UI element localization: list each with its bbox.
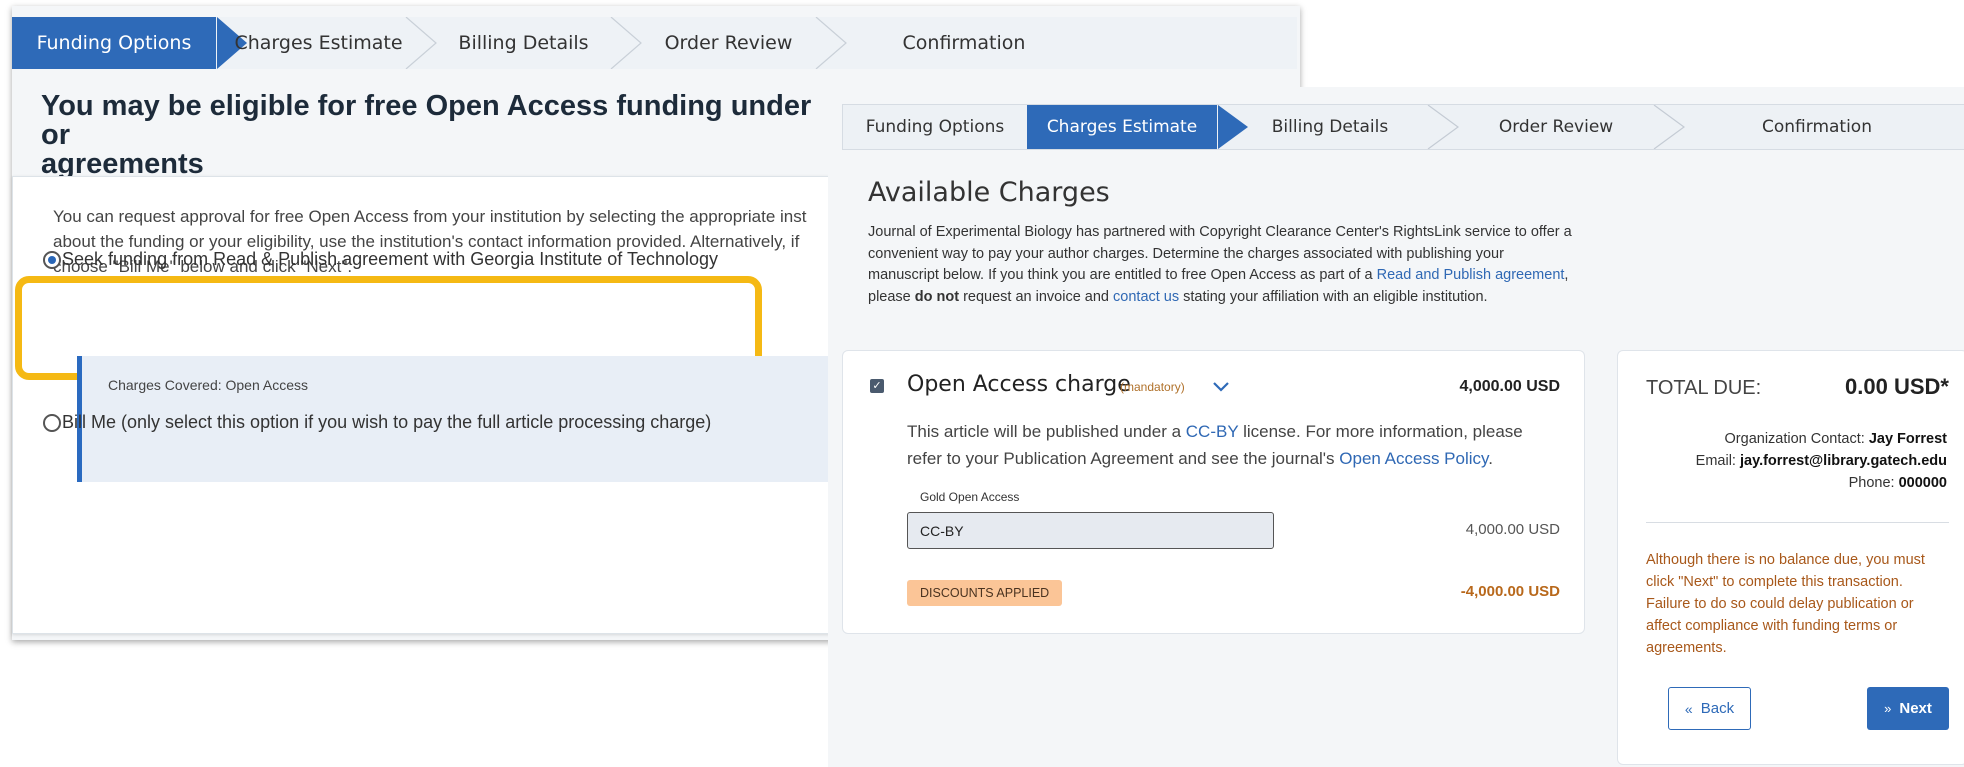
email-label: Email:: [1695, 453, 1740, 469]
license-select-label: Gold Open Access: [920, 490, 1020, 504]
charge-title: Open Access charge: [907, 372, 1131, 397]
phone-value: 000000: [1898, 475, 1947, 491]
step-billing-details[interactable]: Billing Details: [421, 17, 642, 69]
description-text: stating your affiliation with an eligibl…: [1179, 288, 1488, 305]
charges-covered-text: Charges Covered: Open Access: [108, 377, 308, 393]
step-label: Order Review: [664, 32, 793, 54]
contact-email: Email: jay.forrest@library.gatech.edu: [1617, 453, 1947, 469]
step-label: Billing Details: [1271, 117, 1389, 137]
cc-by-link[interactable]: CC-BY: [1186, 422, 1239, 441]
total-due-amount: 0.00 USD*: [1845, 374, 1949, 399]
next-warning-text: Although there is no balance due, you mu…: [1646, 552, 1925, 656]
step-charges-estimate[interactable]: Charges Estimate: [1027, 105, 1248, 149]
bill-me-radio[interactable]: [43, 414, 61, 432]
bill-me-option-label[interactable]: Bill Me (only select this option if you …: [62, 412, 711, 433]
step-divider-chevron: [610, 17, 642, 69]
step-order-review[interactable]: Order Review: [626, 17, 847, 69]
back-button[interactable]: « Back: [1668, 687, 1751, 730]
discounts-applied-badge: DISCOUNTS APPLIED: [907, 580, 1063, 606]
step-confirmation[interactable]: Confirmation: [1669, 105, 1964, 149]
step-funding-options[interactable]: Funding Options: [843, 105, 1027, 149]
contact-label: Organization Contact:: [1724, 431, 1869, 447]
double-chevron-right-icon: »: [1884, 701, 1892, 716]
read-and-publish-link[interactable]: Read and Publish agreement: [1377, 267, 1565, 283]
double-chevron-left-icon: «: [1684, 700, 1693, 717]
front-progress-stepper: Funding Options Charges Estimate Billing D…: [842, 104, 1964, 150]
total-due-label: TOTAL DUE:: [1646, 377, 1762, 399]
available-charges-description: Journal of Experimental Biology has part…: [868, 222, 1573, 308]
license-text: This article will be published under a C…: [907, 418, 1557, 472]
back-progress-stepper: Funding Options Charges Estimate Billing D…: [12, 17, 1297, 69]
description-bold: do not: [914, 288, 960, 305]
step-label: Funding Options: [36, 32, 192, 54]
step-billing-details[interactable]: Billing Details: [1217, 105, 1459, 149]
mandatory-label: (mandatory): [1120, 380, 1185, 394]
contact-us-link[interactable]: contact us: [1113, 289, 1179, 305]
read-publish-radio[interactable]: [43, 251, 61, 269]
organization-contact: Organization Contact: Jay Forrest: [1617, 431, 1947, 447]
license-text-part: This article will be published under a: [907, 422, 1186, 441]
license-amount: 4,000.00 USD: [1465, 521, 1560, 538]
next-button[interactable]: » Next: [1867, 687, 1949, 730]
chevron-down-icon[interactable]: [1212, 380, 1230, 398]
step-label: Charges Estimate: [234, 32, 403, 54]
divider: [1646, 522, 1949, 523]
read-publish-option-label[interactable]: Seek funding from Read & Publish agreeme…: [62, 249, 718, 270]
step-label: Billing Details: [458, 32, 589, 54]
step-label: Confirmation: [1762, 117, 1872, 137]
step-divider-chevron: [1427, 105, 1459, 149]
discount-amount: -4,000.00 USD: [1460, 583, 1560, 600]
phone-label: Phone:: [1848, 475, 1899, 491]
step-divider-chevron: [1653, 105, 1685, 149]
description-text: request an invoice and: [959, 288, 1114, 305]
available-charges-title: Available Charges: [868, 177, 1110, 208]
back-button-label: Back: [1700, 700, 1735, 717]
step-arrow: [1218, 105, 1248, 149]
email-value: jay.forrest@library.gatech.edu: [1739, 453, 1947, 469]
license-text-part: .: [1488, 449, 1493, 468]
step-label: Order Review: [1498, 117, 1614, 137]
step-order-review[interactable]: Order Review: [1443, 105, 1685, 149]
step-label: Charges Estimate: [1046, 117, 1198, 137]
page-title: You may be eligible for free Open Access…: [41, 90, 812, 180]
step-label: Confirmation: [902, 32, 1026, 54]
step-divider-chevron: [405, 17, 437, 69]
open-access-policy-link[interactable]: Open Access Policy: [1339, 449, 1488, 468]
charge-amount: 4,000.00 USD: [1459, 378, 1560, 395]
contact-phone: Phone: 000000: [1617, 475, 1947, 491]
step-funding-options[interactable]: Funding Options: [12, 17, 247, 69]
charge-checkbox[interactable]: ✓: [870, 379, 884, 393]
license-select[interactable]: CC-BY: [907, 512, 1274, 549]
step-confirmation[interactable]: Confirmation: [831, 17, 1097, 69]
step-label: Funding Options: [865, 117, 1005, 137]
contact-name: Jay Forrest: [1868, 431, 1947, 447]
step-divider-chevron: [815, 17, 847, 69]
next-button-label: Next: [1899, 700, 1932, 717]
